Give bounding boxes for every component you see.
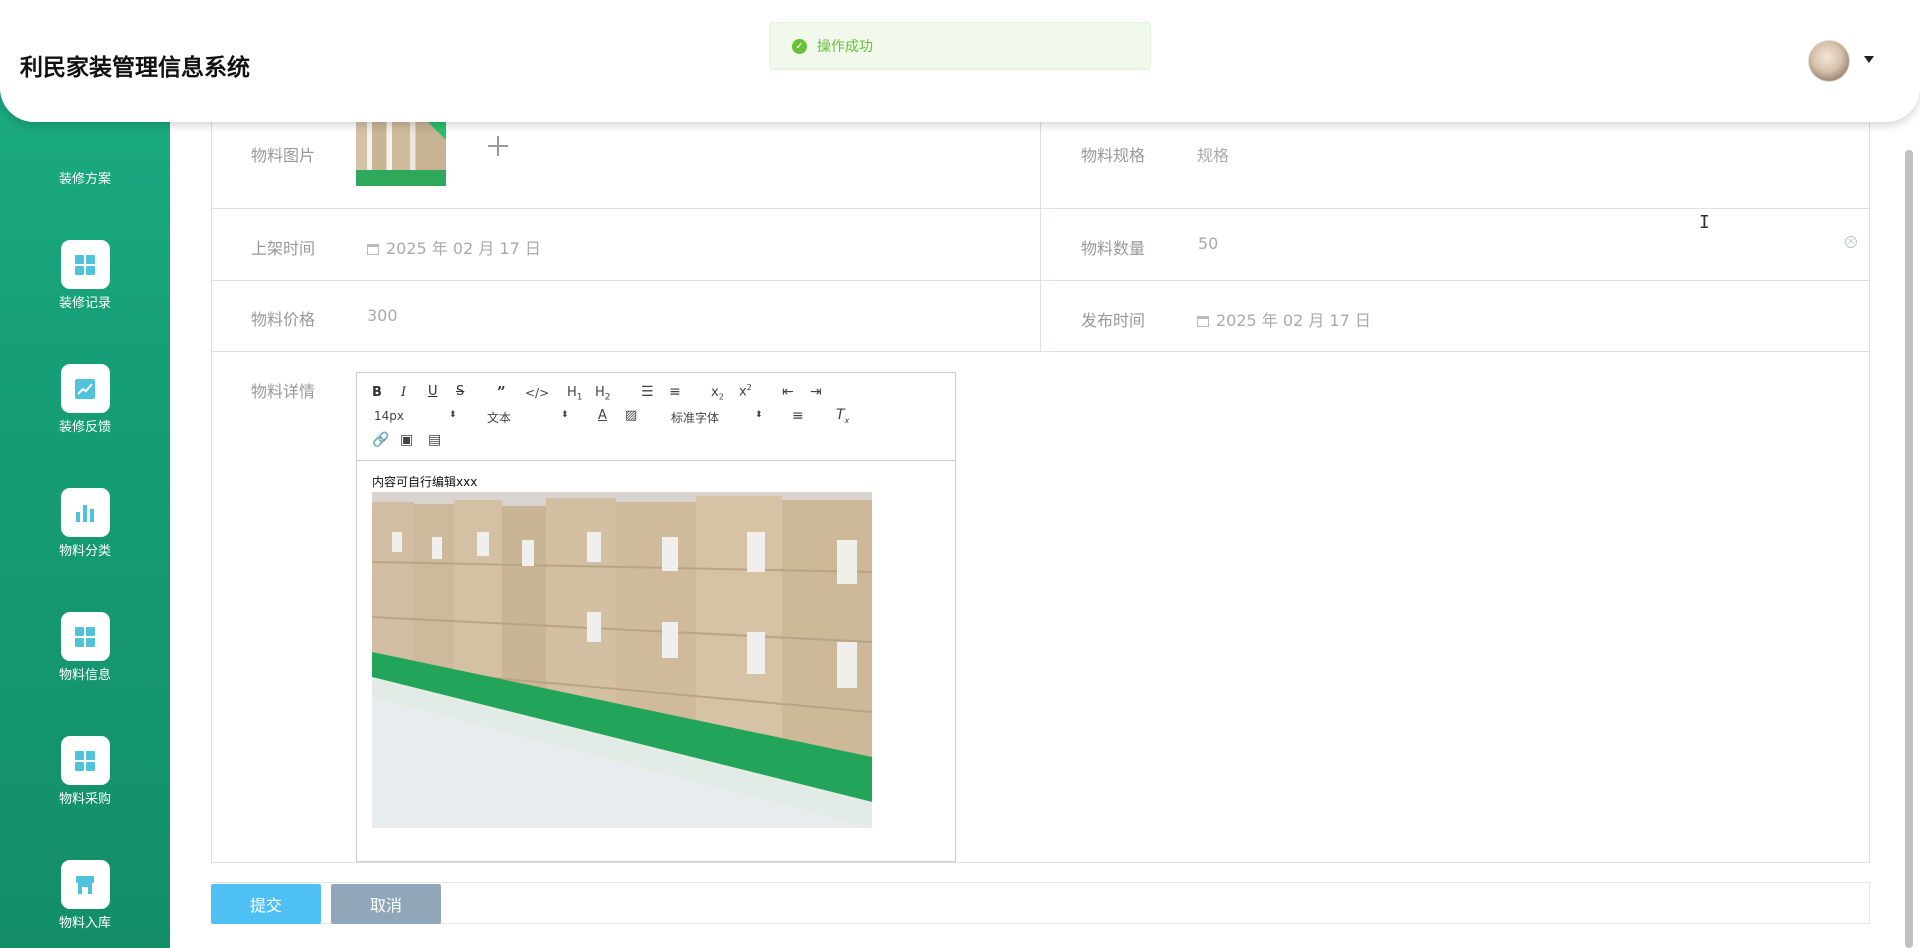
bullet-list-icon[interactable]: ≡	[669, 384, 681, 400]
publish-time-date-picker[interactable]: 2025 年 02 月 17 日	[1197, 307, 1371, 331]
form-row-divider	[211, 351, 1870, 352]
avatar[interactable]	[1808, 40, 1850, 82]
h2-icon[interactable]: H2	[595, 385, 611, 403]
video-icon[interactable]: ▤	[428, 432, 441, 448]
detail-label: 物料详情	[251, 382, 316, 401]
calendar-icon	[367, 244, 379, 255]
grid-icon	[60, 612, 110, 661]
price-label: 物料价格	[251, 310, 316, 329]
publish-time-value: 2025 年 02 月 17 日	[1216, 311, 1371, 330]
code-block-icon[interactable]: </>	[525, 386, 549, 400]
store-icon	[60, 860, 110, 909]
material-spec-input[interactable]: 规格	[1197, 142, 1229, 166]
italic-icon[interactable]: I	[401, 385, 406, 400]
submit-button[interactable]: 提交	[211, 884, 321, 924]
sidebar-item-decoration-plan[interactable]: 装修方案	[0, 168, 170, 187]
form-column-divider	[1040, 122, 1041, 352]
sidebar-item-decoration-records[interactable]: 装修记录	[0, 240, 170, 311]
material-spec-label: 物料规格	[1081, 146, 1146, 165]
chart-line-icon	[60, 364, 110, 413]
sidebar-item-label: 物料信息	[58, 668, 111, 683]
sidebar-item-decoration-feedback[interactable]: 装修反馈	[0, 364, 170, 435]
font-size-select[interactable]: 14px	[374, 409, 404, 423]
text-cursor-icon: I	[1699, 212, 1710, 233]
form-row-divider	[211, 280, 1870, 281]
ordered-list-icon[interactable]: ☰	[641, 384, 654, 400]
bold-icon[interactable]: B	[372, 385, 382, 400]
background-color-icon[interactable]: ▨	[625, 408, 637, 423]
form-row-divider	[211, 862, 1870, 863]
form-border-right	[1869, 122, 1870, 862]
sidebar-item-material-storage[interactable]: 物料入库	[0, 860, 170, 931]
text-color-icon[interactable]: A	[598, 408, 607, 423]
sidebar-item-label: 装修反馈	[58, 420, 111, 435]
grid-icon	[60, 240, 110, 289]
sidebar-item-label: 物料入库	[58, 916, 111, 931]
caret-down-icon[interactable]	[1864, 56, 1874, 63]
button-row-border	[211, 882, 1870, 924]
shelf-time-date-picker[interactable]: 2025 年 02 月 17 日	[367, 235, 541, 259]
editor-toolbar: B I U S ” </> H1 H2 ☰ ≡ x2 x2 ⇤ ⇥ 14px ⬍…	[357, 373, 955, 461]
material-image-label: 物料图片	[251, 146, 316, 165]
superscript-icon[interactable]: x2	[739, 383, 752, 399]
strike-icon[interactable]: S	[456, 384, 464, 399]
outdent-icon[interactable]: ⇤	[782, 384, 794, 400]
blockquote-icon[interactable]: ”	[497, 383, 506, 401]
cancel-button[interactable]: 取消	[331, 884, 441, 924]
rich-text-editor[interactable]: B I U S ” </> H1 H2 ☰ ≡ x2 x2 ⇤ ⇥ 14px ⬍…	[356, 372, 956, 862]
header-select[interactable]: 文本	[487, 409, 511, 426]
clear-icon[interactable]: ×	[1845, 236, 1857, 248]
h1-icon[interactable]: H1	[567, 385, 583, 403]
toast-message: 操作成功	[817, 39, 873, 55]
success-toast: ✓ 操作成功	[769, 22, 1151, 70]
editor-content-text[interactable]: 内容可自行编辑xxx	[372, 473, 477, 490]
calendar-icon	[1197, 316, 1209, 327]
upload-plus-icon[interactable]	[486, 134, 510, 158]
page-scrollbar[interactable]	[1905, 150, 1913, 948]
align-icon[interactable]: ≡	[792, 408, 804, 424]
publish-time-label: 发布时间	[1081, 311, 1146, 330]
subscript-icon[interactable]: x2	[711, 385, 724, 402]
link-icon[interactable]: 🔗	[372, 432, 389, 448]
image-icon[interactable]: ▣	[400, 432, 413, 448]
form-row-divider	[211, 208, 1870, 209]
select-arrows-icon: ⬍	[449, 410, 457, 420]
shelf-time-value: 2025 年 02 月 17 日	[386, 239, 541, 258]
sidebar-item-label: 物料采购	[58, 792, 111, 807]
sidebar-item-material-purchase[interactable]: 物料采购	[0, 736, 170, 807]
price-input[interactable]: 300	[367, 306, 398, 325]
sidebar: 装修方案 装修记录 装修反馈 物料分类 物料信息 物料采购 物料入库	[0, 0, 170, 948]
form-border-left	[211, 122, 212, 862]
font-family-select[interactable]: 标准字体	[671, 409, 719, 426]
sidebar-item-label: 物料分类	[58, 544, 111, 559]
quantity-input[interactable]: 50	[1198, 234, 1218, 253]
bar-chart-icon	[60, 488, 110, 537]
indent-icon[interactable]: ⇥	[810, 384, 822, 400]
quantity-label: 物料数量	[1081, 239, 1146, 258]
upload-success-corner	[428, 122, 446, 140]
shelf-time-label: 上架时间	[251, 239, 316, 258]
sidebar-item-label: 装修记录	[58, 296, 111, 311]
sidebar-item-material-info[interactable]: 物料信息	[0, 612, 170, 683]
select-arrows-icon: ⬍	[561, 410, 569, 420]
check-circle-icon: ✓	[792, 38, 807, 54]
sidebar-item-material-category[interactable]: 物料分类	[0, 488, 170, 559]
clean-format-icon[interactable]: Tx	[836, 407, 849, 425]
underline-icon[interactable]: U	[428, 384, 438, 399]
select-arrows-icon: ⬍	[755, 410, 763, 420]
app-title: 利民家装管理信息系统	[20, 55, 250, 81]
warehouse-boxes-image	[372, 492, 872, 828]
grid-icon	[60, 736, 110, 785]
